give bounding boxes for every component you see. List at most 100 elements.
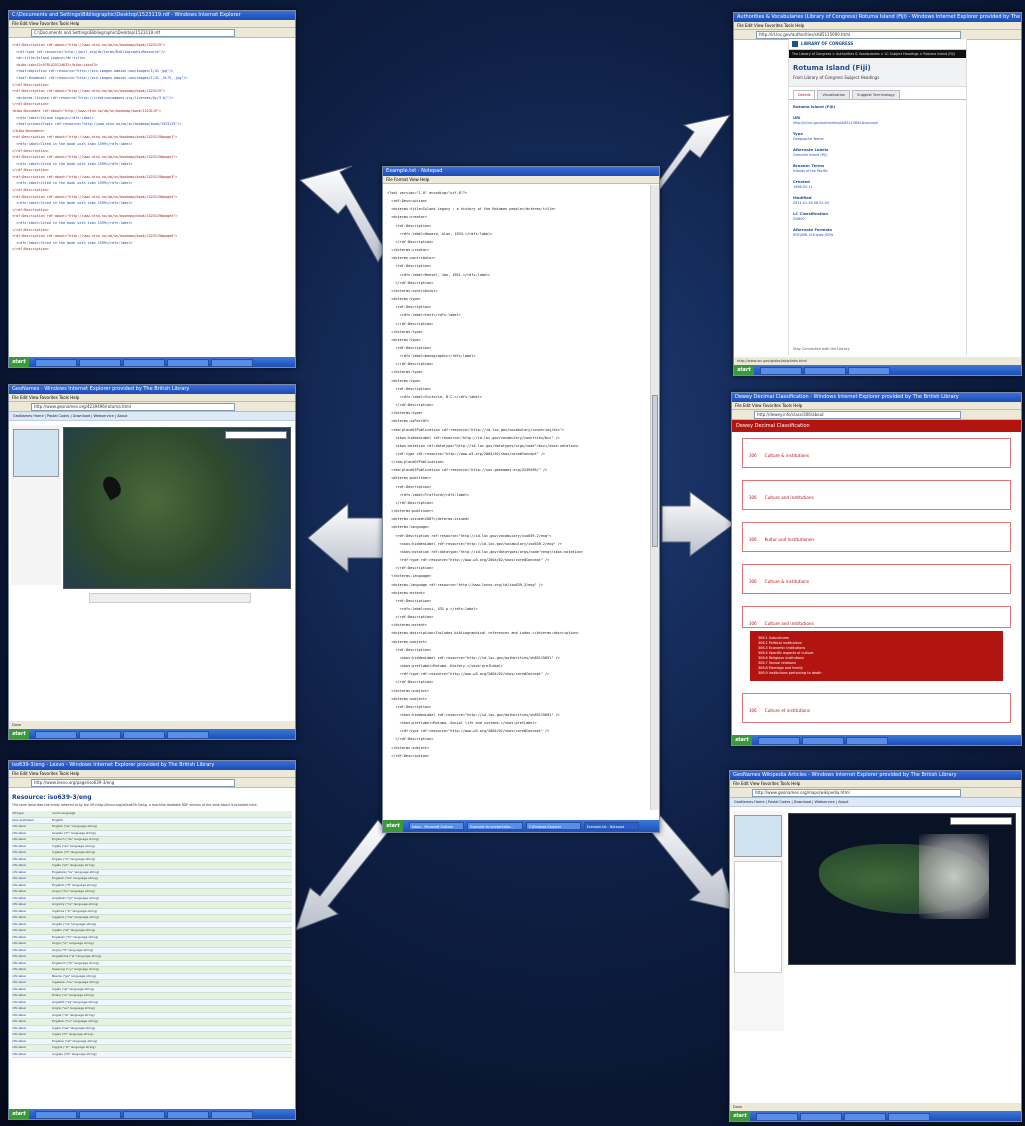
map-type-buttons[interactable] <box>950 817 1012 825</box>
field-value[interactable]: 2011-01-26 08:52:03 <box>793 201 962 205</box>
taskbar-item[interactable] <box>888 1113 930 1121</box>
start-button[interactable]: start <box>732 735 752 745</box>
tab-1[interactable]: Visualization <box>817 90 851 99</box>
menu-bar[interactable]: File Edit View Favorites Tools Help <box>9 770 295 778</box>
property-name[interactable]: rdfs:label <box>12 1006 52 1012</box>
taskbar-item[interactable]: Example.txt - Notepad <box>583 822 639 830</box>
taskbar-item[interactable] <box>846 737 888 745</box>
property-name[interactable]: rdfs:label <box>12 1013 52 1019</box>
tab-2[interactable]: Suggest Terminology <box>852 90 900 99</box>
property-name[interactable]: rdfs:label <box>12 961 52 967</box>
taskbar-item[interactable] <box>756 1113 798 1121</box>
taskbar-item[interactable] <box>800 1113 842 1121</box>
taskbar-item[interactable] <box>79 731 121 739</box>
property-name[interactable]: rdfs:label <box>12 909 52 915</box>
start-button[interactable]: start <box>730 1111 750 1121</box>
taskbar-item[interactable] <box>35 359 77 367</box>
menu-bar[interactable]: File Edit View Favorites Tools Help <box>730 780 1021 788</box>
property-name[interactable]: rdfs:label <box>12 863 52 869</box>
taskbar-item[interactable] <box>760 367 802 375</box>
property-name[interactable]: rdfs:label <box>12 1032 52 1038</box>
address-input[interactable]: http://www.geonames.org/4239496/rotuma.h… <box>31 403 235 411</box>
vertical-scrollbar[interactable] <box>650 185 659 810</box>
property-name[interactable]: rdfs:label <box>12 1019 52 1025</box>
property-name[interactable]: rdfs:label <box>12 824 52 830</box>
property-name[interactable]: rdf:type <box>12 811 52 817</box>
property-name[interactable]: rdfs:label <box>12 844 52 850</box>
address-input[interactable]: http://www.geonames.org/maps/wikipedia.h… <box>752 789 961 797</box>
taskbar-item[interactable] <box>123 1111 165 1119</box>
property-name[interactable]: rdfs:label <box>12 837 52 843</box>
notepad-text[interactable]: <?xml version="1.0" encoding="utf-8"?> <… <box>385 187 649 810</box>
property-name[interactable]: rdfs:label <box>12 1052 52 1058</box>
field-value[interactable]: 1986-02-11 <box>793 185 962 189</box>
taskbar-item[interactable] <box>848 367 890 375</box>
property-name[interactable]: rdfs:label <box>12 902 52 908</box>
property-name[interactable]: rdfs:label <box>12 1039 52 1045</box>
address-input[interactable]: http://id.loc.gov/authorities/sh85115690… <box>756 31 961 39</box>
property-name[interactable]: rdfs:label <box>12 889 52 895</box>
taskbar-item[interactable] <box>123 731 165 739</box>
dewey-entry[interactable]: 306 Kultur und Institutionen <box>742 522 1011 552</box>
start-button[interactable]: start <box>9 1109 29 1119</box>
breadcrumb[interactable]: The Library of Congress > Authorities & … <box>789 50 966 58</box>
field-value[interactable]: Geographic Name <box>793 137 962 141</box>
taskbar-item[interactable] <box>167 731 209 739</box>
property-name[interactable]: rdfs:label <box>12 1000 52 1006</box>
property-name[interactable]: rdfs:label <box>12 935 52 941</box>
menu-bar[interactable]: File Edit View Favorites Tools Help <box>9 394 295 402</box>
property-name[interactable]: rdfs:label <box>12 831 52 837</box>
dewey-entry[interactable]: 306 Culture & institutions <box>742 564 1011 594</box>
property-name[interactable]: rdfs:label <box>12 857 52 863</box>
property-name[interactable]: rdfs:label <box>12 896 52 902</box>
dewey-entry[interactable]: 306 Culture and institutions <box>742 480 1011 510</box>
taskbar-item[interactable] <box>844 1113 886 1121</box>
taskbar-item[interactable] <box>211 1111 253 1119</box>
property-name[interactable]: rdfs:label <box>12 870 52 876</box>
start-button[interactable]: start <box>734 365 754 375</box>
menu-bar[interactable]: File Edit View Favorites Tools Help <box>9 20 295 28</box>
field-value[interactable]: DU600 <box>793 217 962 221</box>
taskbar-item[interactable] <box>167 359 209 367</box>
taskbar-item[interactable]: 3 Windows Explorer <box>525 822 581 830</box>
start-button[interactable]: start <box>383 820 403 832</box>
taskbar-item[interactable]: Inbox - Microsoft Outlook <box>409 822 465 830</box>
property-name[interactable]: rdfs:label <box>12 850 52 856</box>
site-nav[interactable]: GeoNames Home | Postal Codes | Download … <box>9 412 295 421</box>
property-name[interactable]: rdfs:label <box>12 967 52 973</box>
property-name[interactable]: rdfs:label <box>12 915 52 921</box>
menu-bar[interactable]: File Edit View Favorites Tools Help <box>734 22 1021 30</box>
menu-bar[interactable]: File Edit View Favorites Tools Help <box>732 402 1021 410</box>
property-name[interactable]: skos:prefLabel <box>12 818 52 824</box>
field-value[interactable]: Grenville Island (Fiji) <box>793 153 962 157</box>
property-name[interactable]: rdfs:label <box>12 980 52 986</box>
map-type-buttons[interactable] <box>225 431 287 439</box>
property-name[interactable]: rdfs:label <box>12 948 52 954</box>
field-value[interactable]: Islands of the Pacific <box>793 169 962 173</box>
field-value[interactable]: RDF/XML N-Triples JSON <box>793 233 962 237</box>
property-name[interactable]: rdfs:label <box>12 993 52 999</box>
satellite-map[interactable] <box>788 813 1016 965</box>
subclass-item[interactable]: 306.9 Institutions pertaining to death <box>758 671 995 676</box>
property-name[interactable]: rdfs:label <box>12 941 52 947</box>
map-pin-icon[interactable] <box>99 473 125 501</box>
taskbar-item[interactable] <box>123 359 165 367</box>
dewey-entry[interactable]: 306 Culture & institutions <box>742 438 1011 468</box>
taskbar-item[interactable]: Example for presentatio... <box>467 822 523 830</box>
scrollbar-thumb[interactable] <box>652 395 658 547</box>
address-input[interactable]: C:\Documents and Settings\Bibliographic\… <box>31 29 235 37</box>
taskbar-item[interactable] <box>167 1111 209 1119</box>
property-name[interactable]: rdfs:label <box>12 1045 52 1051</box>
dewey-entry[interactable]: 306 Culture et institutions <box>742 693 1011 723</box>
property-name[interactable]: rdfs:label <box>12 1026 52 1032</box>
property-name[interactable]: rdfs:label <box>12 974 52 980</box>
taskbar-item[interactable] <box>758 737 800 745</box>
property-name[interactable]: rdfs:label <box>12 987 52 993</box>
menu-bar[interactable]: File Format View Help <box>383 176 659 184</box>
taskbar-item[interactable] <box>804 367 846 375</box>
property-name[interactable]: rdfs:label <box>12 922 52 928</box>
property-name[interactable]: rdfs:label <box>12 954 52 960</box>
taskbar-item[interactable] <box>802 737 844 745</box>
address-input[interactable]: http://dewey.info/class/306/about <box>754 411 961 419</box>
property-name[interactable]: rdfs:label <box>12 876 52 882</box>
